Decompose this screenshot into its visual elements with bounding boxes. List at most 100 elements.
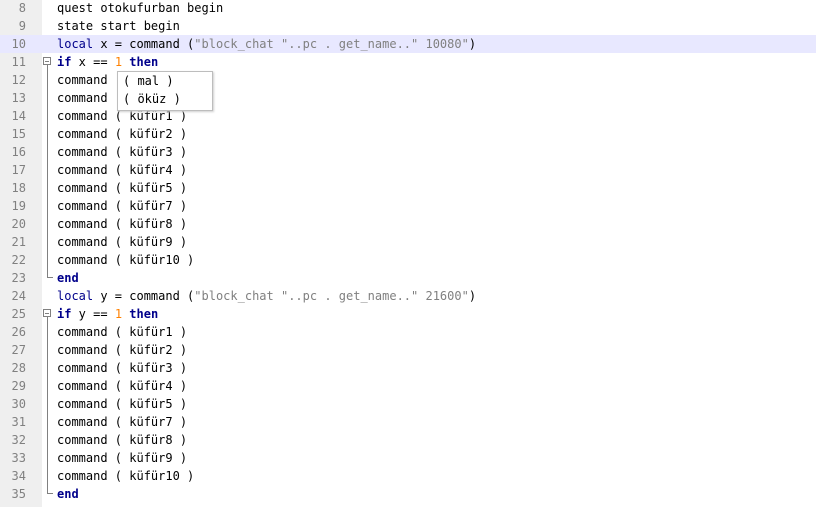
line-code[interactable]: command bbox=[57, 89, 108, 107]
code-token: ) bbox=[468, 37, 477, 51]
code-token: then bbox=[129, 307, 159, 321]
line-code[interactable]: if x == 1 then bbox=[57, 53, 158, 71]
code-line[interactable]: 10 local x = command ("block_chat "..pc .… bbox=[0, 35, 816, 53]
code-token: command ( küfür7 ) bbox=[57, 415, 188, 429]
code-token: y == bbox=[71, 307, 115, 321]
line-number: 28 bbox=[11, 361, 26, 375]
line-number: 17 bbox=[11, 163, 26, 177]
code-token: command ( küfür4 ) bbox=[57, 379, 188, 393]
line-number: 12 bbox=[11, 73, 26, 87]
code-line[interactable]: 25 if y == 1 then bbox=[0, 305, 816, 323]
line-code[interactable]: command ( küfür3 ) bbox=[57, 359, 187, 377]
line-code[interactable]: command ( küfür5 ) bbox=[57, 395, 187, 413]
line-number: 9 bbox=[18, 19, 26, 33]
code-line[interactable]: 35 end bbox=[0, 485, 816, 503]
code-token: command ( küfür9 ) bbox=[57, 451, 188, 465]
line-number: 19 bbox=[11, 199, 26, 213]
code-line[interactable]: 29 command ( küfür4 ) bbox=[0, 377, 816, 395]
code-line[interactable]: 19 command ( küfür7 ) bbox=[0, 197, 816, 215]
line-code[interactable]: quest otokufurban begin bbox=[57, 0, 223, 17]
line-number: 18 bbox=[11, 181, 26, 195]
line-number: 15 bbox=[11, 127, 26, 141]
code-token: 1 bbox=[114, 307, 123, 321]
code-line[interactable]: 22 command ( küfür10 ) bbox=[0, 251, 816, 269]
code-token: if bbox=[57, 307, 72, 321]
line-code[interactable]: command ( küfür4 ) bbox=[57, 377, 187, 395]
line-code[interactable]: local x = command ("block_chat "..pc . g… bbox=[57, 35, 476, 53]
line-code[interactable]: command ( küfür8 ) bbox=[57, 215, 187, 233]
line-code[interactable]: command ( küfür2 ) bbox=[57, 125, 187, 143]
code-line[interactable]: 33 command ( küfür9 ) bbox=[0, 449, 816, 467]
autocomplete-item[interactable]: ( mal ) bbox=[123, 72, 174, 90]
code-line[interactable]: 18 command ( küfür5 ) bbox=[0, 179, 816, 197]
fold-toggle-icon[interactable] bbox=[43, 57, 51, 65]
code-line[interactable]: 27 command ( küfür2 ) bbox=[0, 341, 816, 359]
code-token: quest otokufurban begin bbox=[57, 1, 224, 15]
code-line[interactable]: 11 if x == 1 then bbox=[0, 53, 816, 71]
code-token: command ( küfür1 ) bbox=[57, 325, 188, 339]
line-code[interactable]: command ( küfür9 ) bbox=[57, 233, 187, 251]
line-code[interactable]: command ( küfür8 ) bbox=[57, 431, 187, 449]
code-token: command ( küfür2 ) bbox=[57, 343, 188, 357]
code-token: command ( küfür4 ) bbox=[57, 163, 188, 177]
line-code[interactable]: command ( küfür10 ) bbox=[57, 251, 194, 269]
fold-toggle-icon[interactable] bbox=[43, 309, 51, 317]
code-line[interactable]: 23 end bbox=[0, 269, 816, 287]
line-code[interactable]: command ( küfür4 ) bbox=[57, 161, 187, 179]
line-code[interactable]: command ( küfür10 ) bbox=[57, 467, 194, 485]
line-code[interactable]: command ( küfür3 ) bbox=[57, 143, 187, 161]
code-token: local bbox=[57, 289, 94, 303]
line-number: 20 bbox=[11, 217, 26, 231]
line-code[interactable]: command ( küfür9 ) bbox=[57, 449, 187, 467]
code-line[interactable]: 16 command ( küfür3 ) bbox=[0, 143, 816, 161]
code-line[interactable]: 15 command ( küfür2 ) bbox=[0, 125, 816, 143]
line-code[interactable]: if y == 1 then bbox=[57, 305, 158, 323]
fold-end-marker bbox=[47, 493, 53, 494]
code-token: command ( küfür3 ) bbox=[57, 145, 188, 159]
line-code[interactable]: command ( küfür2 ) bbox=[57, 341, 187, 359]
line-number: 11 bbox=[11, 55, 26, 69]
code-line[interactable]: 24 local y = command ("block_chat "..pc .… bbox=[0, 287, 816, 305]
code-line[interactable]: 8 quest otokufurban begin bbox=[0, 0, 816, 17]
code-token: if bbox=[57, 55, 72, 69]
code-token: command ( küfür3 ) bbox=[57, 361, 188, 375]
line-code[interactable]: state start begin bbox=[57, 17, 180, 35]
code-line[interactable]: 34 command ( küfür10 ) bbox=[0, 467, 816, 485]
code-token: end bbox=[57, 487, 79, 501]
autocomplete-item[interactable]: ( öküz ) bbox=[123, 90, 181, 108]
line-number: 25 bbox=[11, 307, 26, 321]
line-code[interactable]: end bbox=[57, 485, 79, 503]
line-code[interactable]: command ( küfür7 ) bbox=[57, 197, 187, 215]
line-number: 10 bbox=[11, 37, 26, 51]
line-number: 33 bbox=[11, 451, 26, 465]
line-code[interactable]: command ( küfür1 ) bbox=[57, 323, 187, 341]
line-code[interactable]: command ( küfür7 ) bbox=[57, 413, 187, 431]
code-editor[interactable]: 8 quest otokufurban begin 9 state start beg… bbox=[0, 0, 820, 507]
line-number: 22 bbox=[11, 253, 26, 267]
code-line[interactable]: 28 command ( küfür3 ) bbox=[0, 359, 816, 377]
code-line[interactable]: 26 command ( küfür1 ) bbox=[0, 323, 816, 341]
code-line[interactable]: 30 command ( küfür5 ) bbox=[0, 395, 816, 413]
line-code[interactable]: command ( küfür5 ) bbox=[57, 179, 187, 197]
line-number: 16 bbox=[11, 145, 26, 159]
line-number: 21 bbox=[11, 235, 26, 249]
code-line[interactable]: 21 command ( küfür9 ) bbox=[0, 233, 816, 251]
autocomplete-popup[interactable]: ( mal ) ( öküz ) bbox=[117, 71, 213, 111]
code-token: local bbox=[57, 37, 94, 51]
line-number: 14 bbox=[11, 109, 26, 123]
code-token: then bbox=[129, 55, 159, 69]
line-number: 30 bbox=[11, 397, 26, 411]
code-line[interactable]: 17 command ( küfür4 ) bbox=[0, 161, 816, 179]
code-token: command bbox=[57, 73, 108, 87]
code-token: "block_chat "..pc . get_name.." 21600" bbox=[194, 289, 469, 303]
line-code[interactable]: command bbox=[57, 71, 108, 89]
line-code[interactable]: local y = command ("block_chat "..pc . g… bbox=[57, 287, 476, 305]
code-token: command ( küfür10 ) bbox=[57, 253, 195, 267]
line-code[interactable]: end bbox=[57, 269, 79, 287]
code-line[interactable]: 9 state start begin bbox=[0, 17, 816, 35]
line-number: 13 bbox=[11, 91, 26, 105]
code-line[interactable]: 20 command ( küfür8 ) bbox=[0, 215, 816, 233]
code-line[interactable]: 31 command ( küfür7 ) bbox=[0, 413, 816, 431]
code-token: y = command ( bbox=[93, 289, 195, 303]
code-line[interactable]: 32 command ( küfür8 ) bbox=[0, 431, 816, 449]
